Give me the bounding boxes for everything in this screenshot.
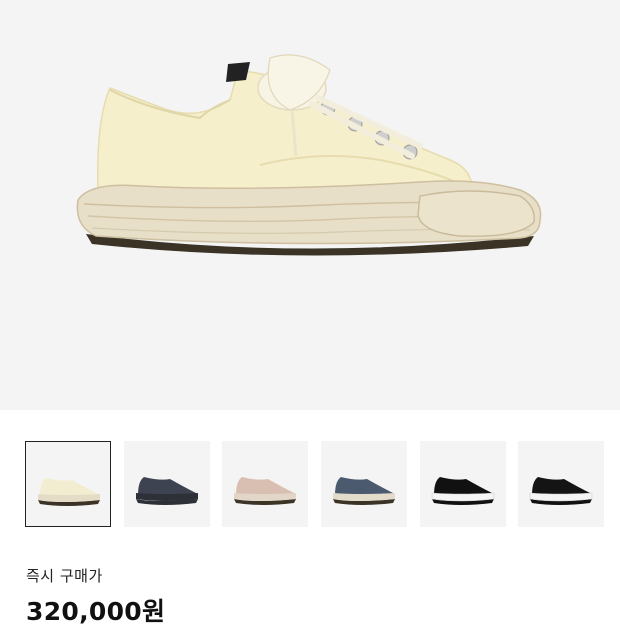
thumb-pink[interactable] xyxy=(222,441,308,527)
thumb-black-white-image xyxy=(431,477,495,505)
thumb-black[interactable] xyxy=(518,441,604,527)
thumb-pink-image xyxy=(234,477,296,505)
product-image-area xyxy=(0,0,620,410)
price-value: 320,000원 xyxy=(26,597,166,626)
thumb-cream-image xyxy=(38,478,100,506)
thumb-black-image xyxy=(529,477,593,505)
thumb-blue-image xyxy=(333,477,395,505)
thumb-navy-image xyxy=(136,477,198,505)
thumb-cream[interactable] xyxy=(25,441,111,527)
thumb-black-white[interactable] xyxy=(420,441,506,527)
product-main-image xyxy=(76,54,542,256)
thumbnail-strip xyxy=(0,441,620,527)
instant-price-label: 즉시 구매가 xyxy=(26,567,103,585)
thumb-navy[interactable] xyxy=(124,441,210,527)
thumb-blue[interactable] xyxy=(321,441,407,527)
